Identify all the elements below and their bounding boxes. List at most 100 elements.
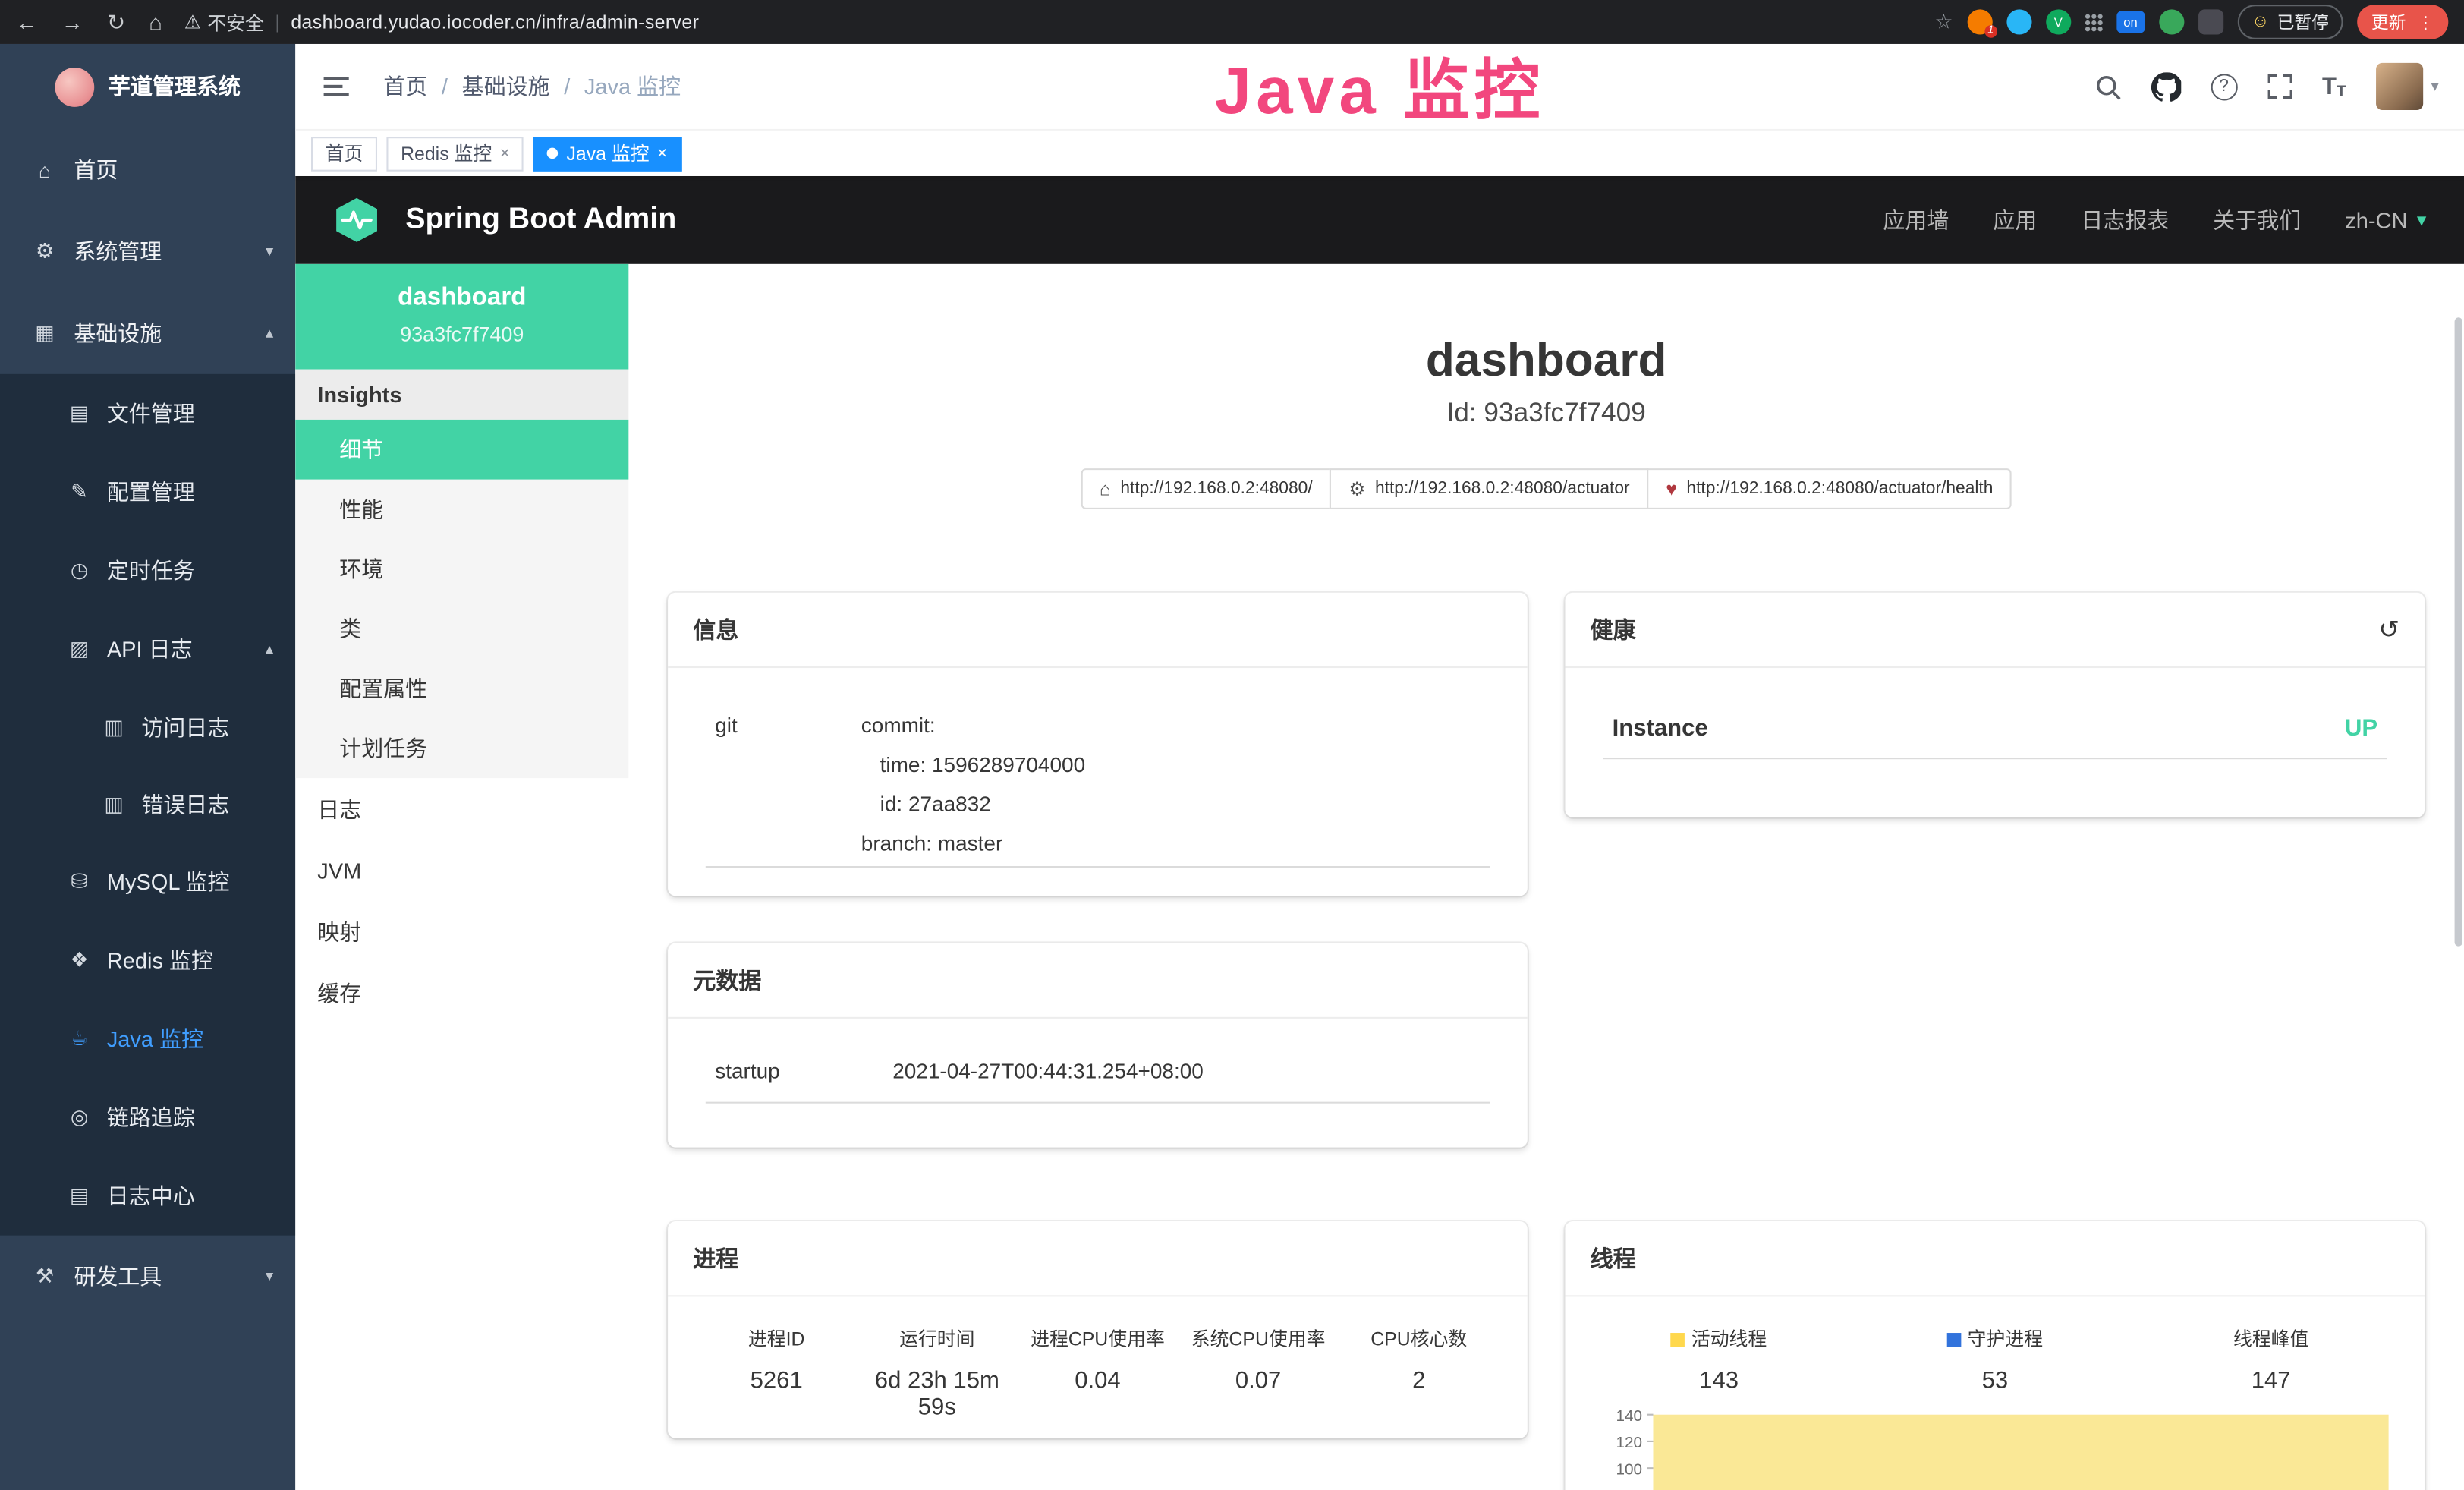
breadcrumb-home[interactable]: 首页 xyxy=(383,71,427,102)
instance-menu-caches[interactable]: 缓存 xyxy=(295,962,628,1023)
instance-menu-details[interactable]: 细节 xyxy=(295,420,628,480)
close-icon[interactable]: × xyxy=(657,143,667,162)
instance-menu-metrics[interactable]: 性能 xyxy=(295,480,628,540)
process-card: 进程 进程ID 5261 运行时间 6d 23h 15m 59s xyxy=(668,1221,1528,1438)
back-button[interactable]: ← xyxy=(16,9,38,34)
stat-value: 5261 xyxy=(696,1368,857,1394)
sidebar-item-scheduled-jobs[interactable]: ◷ 定时任务 xyxy=(0,531,295,610)
instance-links: ⌂ http://192.168.0.2:48080/ ⚙ http://192… xyxy=(668,468,2425,509)
user-menu[interactable]: ▾ xyxy=(2376,63,2439,110)
extension-icon[interactable]: 1 xyxy=(1967,9,1992,34)
sidebar-item-home[interactable]: ⌂ 首页 xyxy=(0,129,295,211)
health-instance-row[interactable]: Instance UP xyxy=(1603,715,2387,759)
instance-menu-env[interactable]: 环境 xyxy=(295,539,628,599)
extension-icon[interactable] xyxy=(2006,9,2031,34)
sidebar-item-java-monitor[interactable]: ☕ Java 监控 xyxy=(0,1000,295,1079)
tag-java-monitor[interactable]: Java 监控 × xyxy=(533,136,681,171)
tag-redis-monitor[interactable]: Redis 监控 × xyxy=(386,136,524,171)
tag-home[interactable]: 首页 xyxy=(311,136,377,171)
sba-brand[interactable]: Spring Boot Admin xyxy=(405,203,676,238)
avatar[interactable] xyxy=(2376,63,2423,110)
git-branch-line: branch: master xyxy=(861,824,1085,863)
page-header: 首页 / 基础设施 / Java 监控 Java 监控 ? xyxy=(295,44,2464,129)
extension-icon[interactable]: V xyxy=(2046,9,2071,34)
sidebar-item-label: 基础设施 xyxy=(74,317,162,348)
service-url-button[interactable]: ⌂ http://192.168.0.2:48080/ xyxy=(1081,468,1331,509)
browser-window: ← → ↻ ⌂ ⚠ 不安全 | dashboard.yudao.iocoder.… xyxy=(0,0,2464,1490)
logo-avatar xyxy=(55,67,94,106)
sidebar-item-redis-monitor[interactable]: ❖ Redis 监控 xyxy=(0,921,295,1000)
sidebar-item-trace[interactable]: ◎ 链路追踪 xyxy=(0,1079,295,1158)
instance-header[interactable]: dashboard 93a3fc7f7409 xyxy=(295,264,628,370)
extensions-menu-icon[interactable] xyxy=(2085,14,2102,31)
actuator-url-button[interactable]: ⚙ http://192.168.0.2:48080/actuator xyxy=(1330,468,1648,509)
home-button[interactable]: ⌂ xyxy=(149,9,162,34)
search-icon[interactable] xyxy=(2094,73,2121,99)
app-sidebar: 芋道管理系统 ⌂ 首页 ⚙ 系统管理 ▾ ▦ 基础设施 ▴ ▤ 文件管理 xyxy=(0,44,295,1490)
instance-menu-jvm[interactable]: JVM xyxy=(295,840,628,901)
font-size-icon[interactable]: T T xyxy=(2322,73,2346,99)
update-button[interactable]: 更新 ⋮ xyxy=(2357,5,2448,39)
y-tick-120: 120 xyxy=(1616,1434,1642,1451)
sidebar-item-access-log[interactable]: ▥ 访问日志 xyxy=(0,688,295,765)
paused-badge[interactable]: ☺ 已暂停 xyxy=(2237,5,2343,39)
extension-on-icon[interactable]: on xyxy=(2116,11,2145,33)
sidebar-item-log-center[interactable]: ▤ 日志中心 xyxy=(0,1157,295,1236)
forward-button[interactable]: → xyxy=(61,9,83,34)
app-title: 芋道管理系统 xyxy=(109,71,241,102)
sidebar-item-config-manage[interactable]: ✎ 配置管理 xyxy=(0,452,295,531)
stat-value: 53 xyxy=(1857,1368,2133,1394)
sidebar-item-label: 配置管理 xyxy=(107,476,195,507)
sba-nav-about[interactable]: 关于我们 xyxy=(2213,204,2301,235)
breadcrumb-infra[interactable]: 基础设施 xyxy=(462,71,550,102)
sidebar-toggle-icon[interactable] xyxy=(320,71,351,102)
extension-icon[interactable] xyxy=(2159,9,2184,34)
instance-menu-mappings[interactable]: 映射 xyxy=(295,901,628,962)
sidebar-item-label: 文件管理 xyxy=(107,398,195,429)
help-icon[interactable]: ? xyxy=(2211,73,2237,99)
sba-nav-wallboard[interactable]: 应用墙 xyxy=(1883,204,1949,235)
address-bar[interactable]: ⚠ 不安全 | dashboard.yudao.iocoder.cn/infra… xyxy=(184,8,1935,35)
app-logo[interactable]: 芋道管理系统 xyxy=(0,44,295,129)
sidebar-item-label: 定时任务 xyxy=(107,555,195,586)
git-key: git xyxy=(706,706,861,863)
metadata-card-title: 元数据 xyxy=(693,963,761,996)
sidebar-item-label: 日志中心 xyxy=(107,1180,195,1211)
kebab-menu-icon[interactable]: ⋮ xyxy=(2417,12,2434,33)
sba-logo-icon xyxy=(333,197,380,244)
instance-menu-classes[interactable]: 类 xyxy=(295,599,628,659)
edit-icon: ✎ xyxy=(66,480,93,505)
process-uptime-stat: 运行时间 6d 23h 15m 59s xyxy=(857,1325,1018,1421)
health-url: http://192.168.0.2:48080/actuator/health xyxy=(1686,480,1993,499)
sidebar-item-mysql-monitor[interactable]: ⛁ MySQL 监控 xyxy=(0,843,295,921)
health-url-button[interactable]: ♥ http://192.168.0.2:48080/actuator/heal… xyxy=(1647,468,2012,509)
fullscreen-icon[interactable] xyxy=(2267,74,2292,99)
locale-select[interactable]: zh-CN ▾ xyxy=(2345,207,2426,232)
sidebar-item-infra[interactable]: ▦ 基础设施 ▴ xyxy=(0,292,295,374)
sidebar-item-dev-tools[interactable]: ⚒ 研发工具 ▾ xyxy=(0,1236,295,1318)
github-icon[interactable] xyxy=(2151,71,2180,101)
instance-menu-logs[interactable]: 日志 xyxy=(295,778,628,840)
startup-value: 2021-04-27T00:44:31.254+08:00 xyxy=(892,1060,1204,1083)
instance-menu-configprops[interactable]: 配置属性 xyxy=(295,659,628,719)
sba-nav-journal[interactable]: 日志报表 xyxy=(2081,204,2169,235)
sidebar-item-system[interactable]: ⚙ 系统管理 ▾ xyxy=(0,210,295,292)
history-icon[interactable]: ↺ xyxy=(2378,614,2399,645)
bookmark-star-icon[interactable]: ☆ xyxy=(1934,9,1953,34)
close-icon[interactable]: × xyxy=(500,143,510,162)
instance-menu-scheduled[interactable]: 计划任务 xyxy=(295,718,628,778)
sidebar-item-file-manage[interactable]: ▤ 文件管理 xyxy=(0,374,295,453)
stat-header: 线程峰值 xyxy=(2133,1325,2409,1352)
puzzle-extension-icon[interactable] xyxy=(2198,9,2223,34)
sba-nav-applications[interactable]: 应用 xyxy=(1993,204,2037,235)
reload-button[interactable]: ↻ xyxy=(107,8,125,35)
sidebar-item-error-log[interactable]: ▥ 错误日志 xyxy=(0,765,295,842)
sidebar-item-api-log[interactable]: ▨ API 日志 ▴ xyxy=(0,610,295,688)
stat-header: CPU核心数 xyxy=(1339,1325,1499,1352)
warning-icon: ⚠ xyxy=(184,11,201,33)
chevron-down-icon: ▾ xyxy=(266,1268,273,1285)
sidebar-item-label: 研发工具 xyxy=(74,1261,162,1292)
log-icon: ▨ xyxy=(66,637,93,662)
daemon-threads-legend-icon xyxy=(1947,1333,1962,1347)
scrollbar-thumb[interactable] xyxy=(2455,317,2462,946)
